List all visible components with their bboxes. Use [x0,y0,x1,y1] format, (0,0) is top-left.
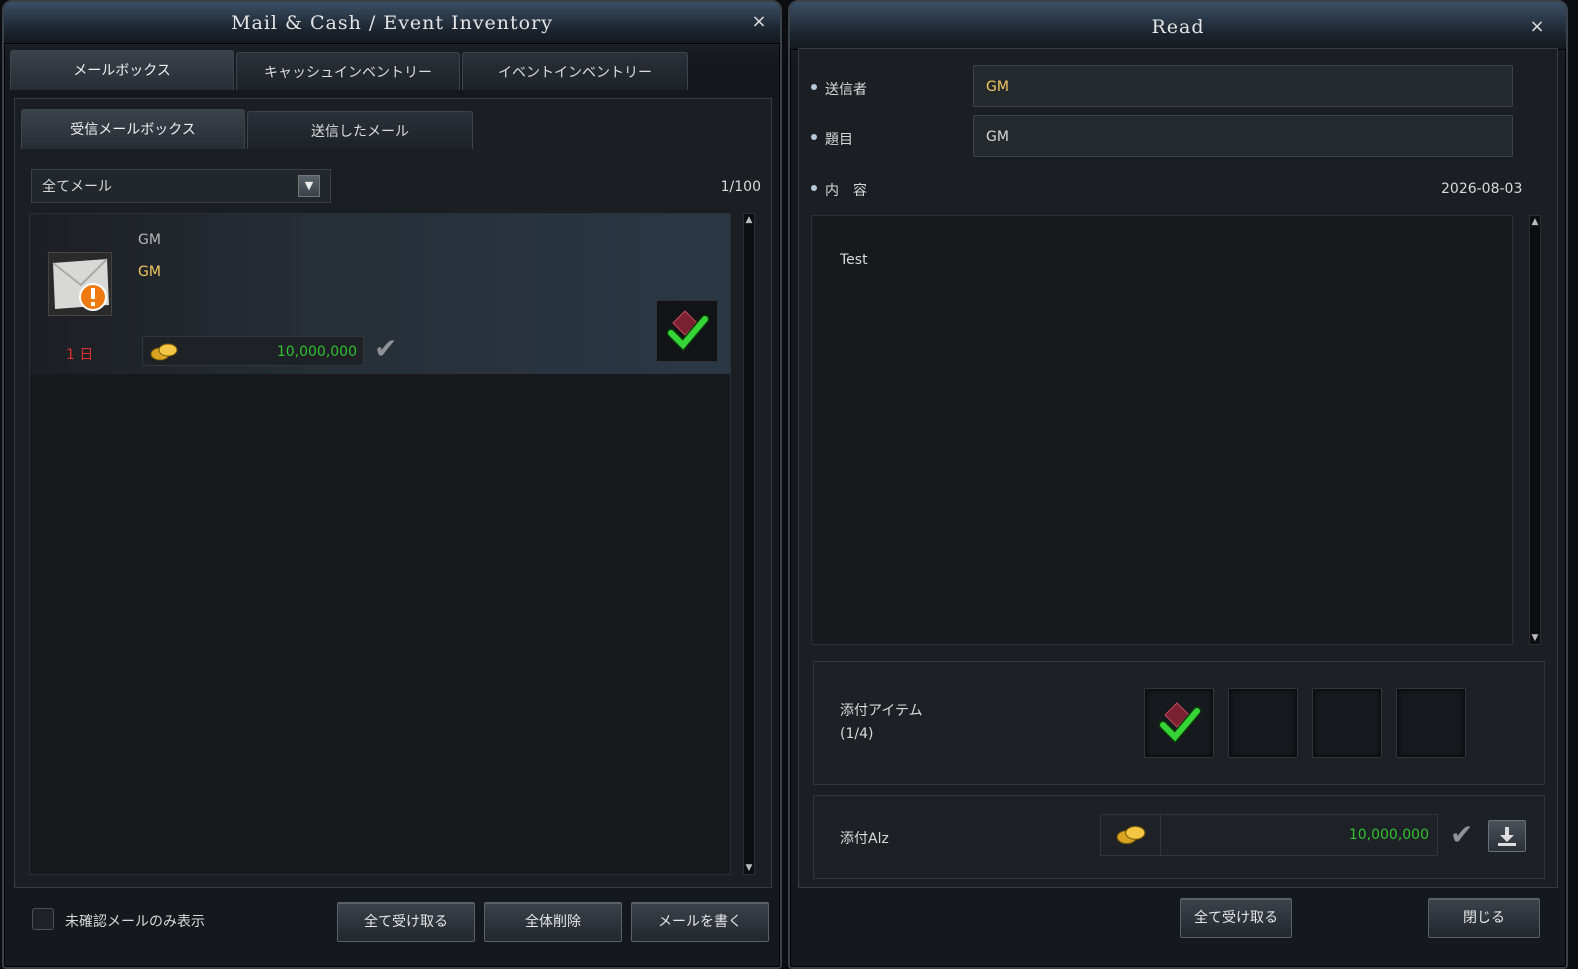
mail-list-scrollbar[interactable]: ▲ ▼ [743,213,755,875]
read-panel: 送信者 GM 題目 GM 内 容 2026-08-03 Test ▲ ▼ 添付ア… [798,48,1558,888]
subtab-sent[interactable]: 送信したメール [247,111,473,149]
tab-event-inventory[interactable]: イベントインベントリー [462,52,688,90]
dropdown-arrow-icon[interactable]: ▼ [298,175,320,197]
scroll-down-icon[interactable]: ▼ [745,864,753,873]
window-title: Mail & Cash / Event Inventory [4,2,780,44]
attached-alz-amount: 10,000,000 [1348,827,1429,843]
download-icon[interactable] [1488,820,1526,852]
attached-alz-label: 添付Alz [840,831,889,847]
close-button[interactable]: 閉じる [1428,898,1540,938]
unread-only-checkbox[interactable] [32,908,54,930]
bullet-icon [811,185,817,191]
subject-label: 題目 [811,129,853,149]
mail-subject: GM [138,264,161,280]
checkmark-icon: ✔ [1450,818,1474,851]
mail-days-left: 1 日 [66,347,94,363]
tab-cash-inventory[interactable]: キャッシュインベントリー [236,52,460,90]
scroll-up-icon[interactable]: ▲ [1531,218,1539,227]
close-icon[interactable]: × [1526,16,1548,38]
mail-body: Test [840,252,868,268]
mail-list: GM GM 1 日 10,000,000 ✔ [29,213,731,875]
filter-select[interactable]: 全てメール ▼ [31,169,331,203]
unread-only-label: 未確認メールのみ表示 [65,914,205,930]
mail-body-box: Test [811,215,1513,645]
item-slot-4[interactable] [1396,688,1466,758]
sender-label-text: 送信者 [825,82,867,98]
scroll-up-icon[interactable]: ▲ [745,216,753,225]
bullet-icon [811,84,817,90]
tab-mailbox[interactable]: メールボックス [10,50,234,90]
window-title: Read [790,2,1566,50]
receive-all-button[interactable]: 全て受け取る [337,902,475,942]
alz-amount: 10,000,000 [276,344,357,360]
item-slot-1[interactable] [1144,688,1214,758]
gold-coins-icon [149,341,179,367]
close-icon[interactable]: × [748,11,770,33]
mail-inventory-window: Mail & Cash / Event Inventory × メールボックス … [2,0,782,969]
subject-field: GM [973,115,1513,157]
checkmark-icon: ✔ [374,332,398,365]
item-slot-3[interactable] [1312,688,1382,758]
filter-value: 全てメール [42,179,112,195]
mail-list-item[interactable]: GM GM 1 日 10,000,000 ✔ [30,214,730,374]
alz-amount-box: 10,000,000 [1100,814,1438,856]
read-mail-window: Read × 送信者 GM 題目 GM 内 容 2026-08-03 Test … [788,0,1568,969]
mailbox-panel: 受信メールボックス 送信したメール 全てメール ▼ 1/100 GM GM 1 … [14,98,772,888]
attached-items-label: 添付アイテム [840,703,923,719]
attached-item-icon[interactable] [656,300,718,362]
gold-coins-icon [1101,815,1161,855]
mail-body-scrollbar[interactable]: ▲ ▼ [1529,215,1541,645]
write-mail-button[interactable]: メールを書く [631,902,769,942]
mail-date: 2026-08-03 [1441,181,1523,197]
attached-alz-section: 添付Alz 10,000,000 ✔ [813,795,1545,879]
content-label: 内 容 [811,180,867,200]
sender-field: GM [973,65,1513,107]
content-label-text: 内 容 [825,183,867,199]
subtab-inbox[interactable]: 受信メールボックス [21,109,245,149]
bullet-icon [811,134,817,140]
item-slot-2[interactable] [1228,688,1298,758]
delete-all-button[interactable]: 全体削除 [484,902,622,942]
page-count: 1/100 [720,179,761,195]
subject-label-text: 題目 [825,132,853,148]
sender-label: 送信者 [811,79,867,99]
receive-all-button[interactable]: 全て受け取る [1180,898,1292,938]
attached-items-count: (1/4) [840,726,874,742]
scroll-down-icon[interactable]: ▼ [1531,634,1539,643]
alz-amount-box: 10,000,000 [142,336,364,366]
mail-sender: GM [138,232,161,248]
attached-items-section: 添付アイテム (1/4) [813,661,1545,785]
mail-envelope-icon [48,252,112,316]
